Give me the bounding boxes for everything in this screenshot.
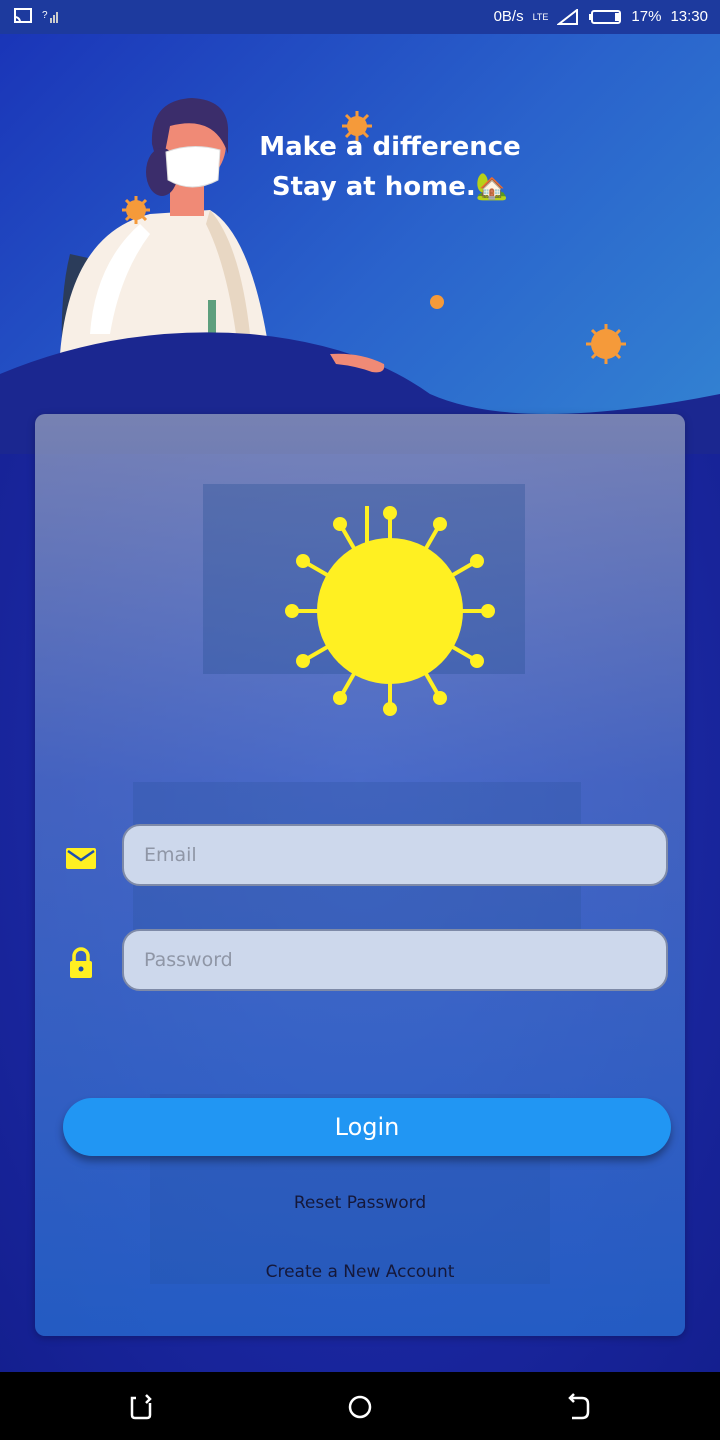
password-row — [65, 929, 671, 995]
headline-line-1: Make a difference — [259, 132, 521, 162]
lock-icon — [70, 947, 92, 978]
reset-password-link[interactable]: Reset Password — [35, 1192, 685, 1214]
cast-icon — [14, 8, 32, 23]
email-icon — [66, 848, 96, 869]
login-card: Login Reset Password Create a New Accoun… — [35, 414, 685, 1336]
password-input[interactable] — [122, 929, 668, 991]
battery-icon — [589, 9, 622, 24]
illustration — [0, 98, 720, 454]
net-speed: 0B/s — [493, 8, 524, 25]
battery-level: 17% — [631, 8, 662, 25]
status-bar: ? 0B/s LTE 17% 13:30 — [0, 0, 720, 34]
home-nav-icon[interactable] — [343, 1390, 377, 1424]
virus-logo-icon — [285, 506, 495, 716]
svg-text:?: ? — [42, 10, 48, 21]
login-button[interactable]: Login — [63, 1098, 671, 1156]
email-input[interactable] — [122, 824, 668, 886]
recents-nav-icon[interactable] — [562, 1390, 596, 1424]
signal-icon: ? — [42, 10, 58, 23]
header-illustration: Make a difference Stay at home.🏡 — [0, 34, 720, 454]
create-account-link[interactable]: Create a New Account — [35, 1261, 685, 1283]
back-nav-icon[interactable] — [124, 1390, 158, 1424]
email-row — [65, 824, 671, 890]
headline-line-2: Stay at home.🏡 — [271, 172, 509, 202]
network-type: LTE — [532, 11, 549, 22]
navigation-bar — [0, 1372, 720, 1440]
clock: 13:30 — [670, 8, 708, 25]
wifi-icon — [557, 8, 579, 25]
